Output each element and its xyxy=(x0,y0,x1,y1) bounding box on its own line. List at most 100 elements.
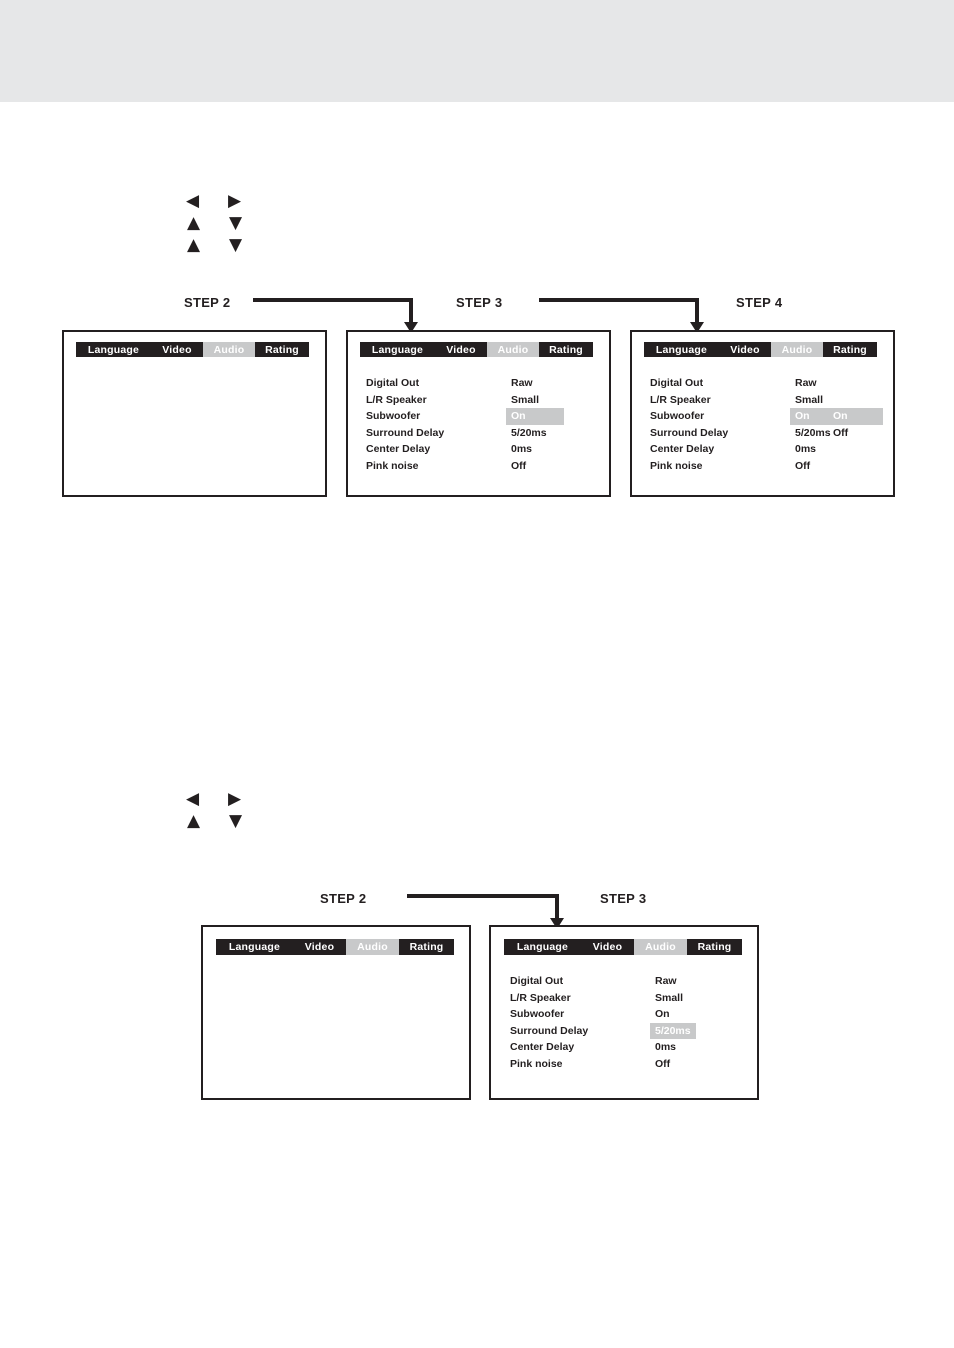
setting-row[interactable]: Digital Out Raw xyxy=(366,375,596,392)
menu-tab-audio[interactable]: Audio xyxy=(487,342,539,357)
right-arrow-icon: ▶ xyxy=(228,191,242,211)
setting-label: Digital Out xyxy=(510,975,564,987)
osd-panel-step3-lower: Language Video Audio Rating Digital Out … xyxy=(489,925,759,1100)
up-arrow-icon: ▲ xyxy=(187,811,201,831)
setting-row[interactable]: Pink noise Off xyxy=(510,1056,745,1073)
setting-value[interactable]: Raw xyxy=(506,375,538,392)
osd-menubar: Language Video Audio Rating xyxy=(360,342,593,357)
setting-row[interactable]: Pink noise Off xyxy=(366,458,596,475)
step-label-2-lower: STEP 2 xyxy=(320,891,367,906)
setting-label: Pink noise xyxy=(650,459,703,472)
subwoofer-dropdown[interactable]: On Off xyxy=(828,408,883,441)
osd-panel-step2-upper: Language Video Audio Rating xyxy=(62,330,327,497)
setting-row[interactable]: Digital Out Raw xyxy=(650,375,880,392)
setting-label: L/R Speaker xyxy=(650,393,711,406)
setting-row[interactable]: L/R Speaker Small xyxy=(366,392,596,409)
menu-tab-video[interactable]: Video xyxy=(151,342,203,357)
left-arrow-icon: ◀ xyxy=(186,789,200,809)
setting-label: Digital Out xyxy=(650,377,704,389)
menu-tab-language[interactable]: Language xyxy=(360,342,435,357)
setting-label: Center Delay xyxy=(510,1041,575,1053)
setting-row[interactable]: Surround Delay 5/20ms xyxy=(510,1022,745,1039)
menu-tab-video[interactable]: Video xyxy=(293,939,346,955)
dropdown-option-on[interactable]: On xyxy=(828,408,883,425)
osd-panel-step3-upper: Language Video Audio Rating Digital Out … xyxy=(346,330,611,497)
menu-tab-audio[interactable]: Audio xyxy=(346,939,399,955)
step-label-3-lower: STEP 3 xyxy=(600,891,647,906)
menu-tab-rating[interactable]: Rating xyxy=(255,342,309,357)
setting-label: Center Delay xyxy=(650,443,715,455)
menu-tab-video[interactable]: Video xyxy=(581,939,634,955)
left-arrow-icon: ◀ xyxy=(186,191,200,211)
down-arrow-icon: ▼ xyxy=(229,213,243,233)
menu-tab-video[interactable]: Video xyxy=(719,342,771,357)
setting-value[interactable]: 0ms xyxy=(506,441,537,458)
setting-row[interactable]: Pink noise Off xyxy=(650,458,880,475)
audio-settings-list: Digital Out Raw L/R Speaker Small Subwoo… xyxy=(510,973,745,1072)
page-header-banner xyxy=(0,0,954,102)
setting-row[interactable]: Center Delay 0ms xyxy=(510,1039,745,1056)
setting-label: Center Delay xyxy=(366,443,431,455)
setting-value[interactable]: Small xyxy=(790,392,828,409)
setting-row[interactable]: Subwoofer On xyxy=(510,1006,745,1023)
setting-row[interactable]: Center Delay 0ms xyxy=(366,441,596,458)
osd-menubar: Language Video Audio Rating xyxy=(76,342,309,357)
menu-tab-rating[interactable]: Rating xyxy=(539,342,593,357)
menu-tab-rating[interactable]: Rating xyxy=(687,939,742,955)
setting-value[interactable]: 0ms xyxy=(790,441,821,458)
setting-label: L/R Speaker xyxy=(366,393,427,406)
down-arrow-icon: ▼ xyxy=(229,235,243,255)
menu-tab-audio[interactable]: Audio xyxy=(771,342,823,357)
menu-tab-language[interactable]: Language xyxy=(504,939,581,955)
setting-value[interactable]: On xyxy=(650,1006,675,1023)
setting-value-selected[interactable]: 5/20ms xyxy=(650,1022,696,1039)
menu-tab-rating[interactable]: Rating xyxy=(823,342,877,357)
setting-row[interactable]: Center Delay 0ms xyxy=(650,441,880,458)
setting-row[interactable]: Subwoofer On xyxy=(366,408,596,425)
setting-row[interactable]: Surround Delay 5/20ms xyxy=(366,425,596,442)
setting-value-selected[interactable]: On xyxy=(506,408,564,425)
osd-panel-step4-upper: Language Video Audio Rating Digital Out … xyxy=(630,330,895,497)
up-arrow-icon: ▲ xyxy=(187,213,201,233)
setting-label: Pink noise xyxy=(510,1057,563,1070)
setting-label: Subwoofer xyxy=(366,410,421,422)
setting-value[interactable]: Off xyxy=(650,1056,675,1073)
menu-tab-video[interactable]: Video xyxy=(435,342,487,357)
setting-label: Surround Delay xyxy=(366,426,445,439)
setting-value[interactable]: Small xyxy=(650,990,688,1007)
down-arrow-icon: ▼ xyxy=(229,811,243,831)
setting-value[interactable]: Raw xyxy=(650,973,682,990)
setting-label: L/R Speaker xyxy=(510,991,571,1004)
setting-value[interactable]: 0ms xyxy=(650,1039,681,1056)
menu-tab-language[interactable]: Language xyxy=(216,939,293,955)
setting-label: Subwoofer xyxy=(510,1008,565,1020)
setting-label: Digital Out xyxy=(366,377,420,389)
audio-settings-list: Digital Out Raw L/R Speaker Small Subwoo… xyxy=(366,375,596,474)
step-label-3-upper: STEP 3 xyxy=(456,295,503,310)
setting-row[interactable]: Digital Out Raw xyxy=(510,973,745,990)
setting-value[interactable]: Off xyxy=(790,458,815,475)
setting-label: Subwoofer xyxy=(650,410,705,422)
menu-tab-audio[interactable]: Audio xyxy=(634,939,687,955)
menu-tab-audio[interactable]: Audio xyxy=(203,342,255,357)
right-arrow-icon: ▶ xyxy=(228,789,242,809)
manual-page: ◀ ▶ ▲ ▼ ▲ ▼ STEP 2 STEP 3 STEP 4 Languag… xyxy=(0,0,954,1348)
setting-value[interactable]: 5/20ms xyxy=(506,425,552,442)
menu-tab-language[interactable]: Language xyxy=(644,342,719,357)
up-arrow-icon: ▲ xyxy=(187,235,201,255)
osd-menubar: Language Video Audio Rating xyxy=(216,939,454,955)
setting-label: Surround Delay xyxy=(510,1024,589,1037)
setting-value[interactable]: Raw xyxy=(790,375,822,392)
setting-label: Pink noise xyxy=(366,459,419,472)
osd-menubar: Language Video Audio Rating xyxy=(644,342,877,357)
setting-row[interactable]: L/R Speaker Small xyxy=(650,392,880,409)
setting-value[interactable]: Off xyxy=(506,458,531,475)
menu-tab-language[interactable]: Language xyxy=(76,342,151,357)
osd-menubar: Language Video Audio Rating xyxy=(504,939,742,955)
setting-row[interactable]: L/R Speaker Small xyxy=(510,990,745,1007)
step-label-2-upper: STEP 2 xyxy=(184,295,231,310)
osd-panel-step2-lower: Language Video Audio Rating xyxy=(201,925,471,1100)
menu-tab-rating[interactable]: Rating xyxy=(399,939,454,955)
setting-value[interactable]: Small xyxy=(506,392,544,409)
dropdown-option-off[interactable]: Off xyxy=(828,425,883,442)
